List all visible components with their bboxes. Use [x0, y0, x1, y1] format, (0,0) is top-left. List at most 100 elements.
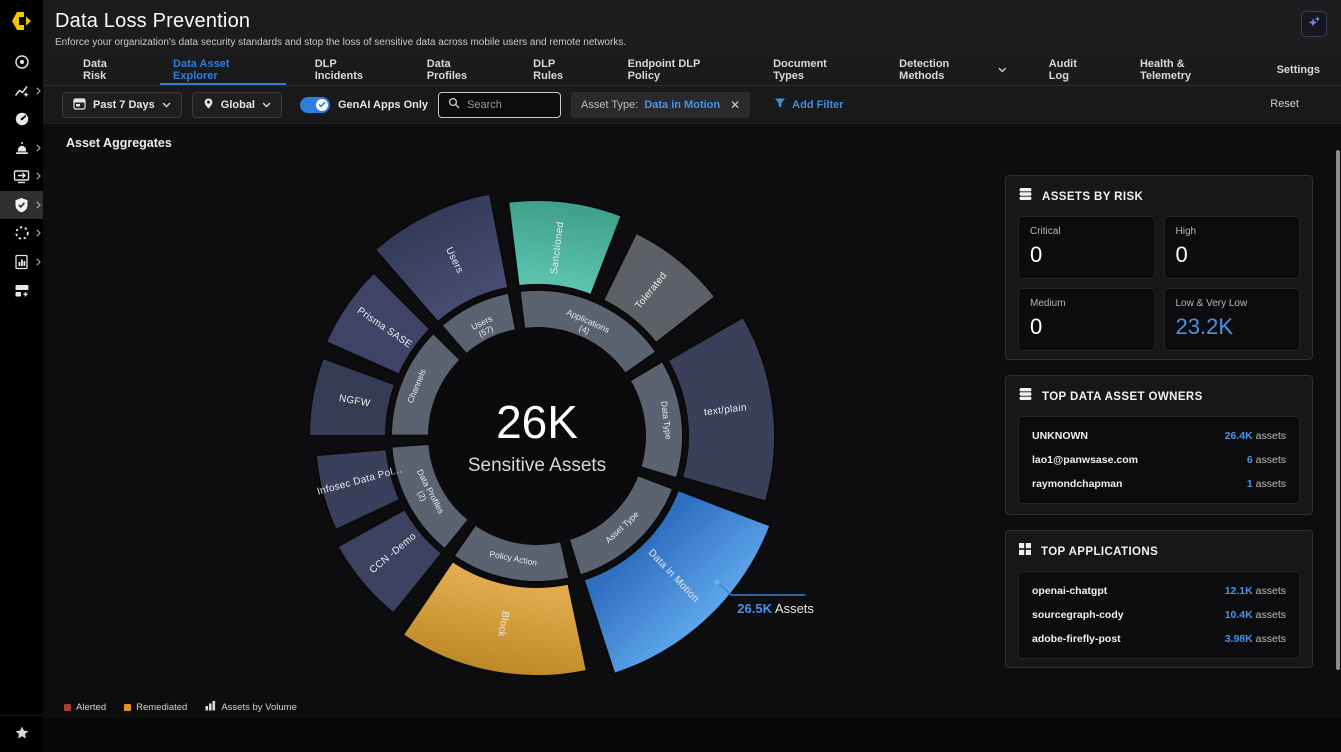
segment-sanctioned[interactable] [508, 200, 621, 295]
chevron-right-icon [36, 87, 41, 95]
asset-type-filter-chip[interactable]: Asset Type: Data in Motion ✕ [571, 92, 750, 118]
top-data-asset-owners-panel: TOP DATA ASSET OWNERS UNKNOWN26.4K asset… [1005, 375, 1313, 515]
list-item-adobe-firefly-post[interactable]: adobe-firefly-post3.98K assets [1032, 627, 1286, 651]
time-range-label: Past 7 Days [93, 99, 155, 111]
database-icon [1018, 387, 1033, 406]
list-item-raymondchapman[interactable]: raymondchapman1 assets [1032, 472, 1286, 496]
page-header: Data Loss Prevention Enforce your organi… [43, 0, 1341, 55]
filter-bar: Past 7 Days Global GenAI Apps Only Asset… [43, 86, 1341, 124]
center-label: Sensitive Assets [468, 455, 606, 476]
sidebar-item-add-apps[interactable] [0, 276, 43, 305]
sidebar-item-workflows[interactable] [0, 162, 43, 191]
tab-dlp-rules[interactable]: DLP Rules [512, 55, 606, 85]
search-box[interactable] [438, 92, 561, 118]
legend-item-assets-by-volume[interactable]: Assets by Volume [205, 700, 297, 714]
chevron-right-icon [36, 172, 41, 180]
services-icon [14, 225, 30, 241]
tab-data-risk[interactable]: Data Risk [62, 55, 152, 85]
list-item-unknown[interactable]: UNKNOWN26.4K assets [1032, 424, 1286, 448]
scope-dropdown[interactable]: Global [192, 92, 282, 118]
workflows-icon [13, 169, 30, 184]
tab-data-asset-explorer[interactable]: Data Asset Explorer [152, 55, 294, 85]
sidebar-item-services[interactable] [0, 219, 43, 248]
sidebar-item-dashboard[interactable] [0, 105, 43, 134]
top-applications-panel: TOP APPLICATIONS openai-chatgpt12.1K ass… [1005, 530, 1313, 668]
list-item-openai-chatgpt[interactable]: openai-chatgpt12.1K assets [1032, 579, 1286, 603]
genai-apps-toggle[interactable] [300, 97, 330, 113]
genai-apps-toggle-label: GenAI Apps Only [338, 99, 428, 111]
assets-by-risk-title: ASSETS BY RISK [1042, 191, 1143, 203]
tab-bar: Data RiskData Asset ExplorerDLP Incident… [43, 55, 1341, 86]
center-value: 26K [496, 396, 578, 448]
chip-label: Asset Type: [581, 99, 638, 111]
chart-legend: Alerted Remediated Assets by Volume [64, 700, 297, 714]
dashboard-icon [14, 111, 30, 127]
chevron-right-icon [36, 258, 41, 266]
assets-by-risk-panel: ASSETS BY RISK Critical0High0Medium0Low … [1005, 175, 1313, 360]
chevron-down-icon [162, 102, 171, 108]
top-owners-title: TOP DATA ASSET OWNERS [1042, 391, 1203, 403]
tab-health-telemetry[interactable]: Health & Telemetry [1119, 55, 1256, 85]
tab-settings[interactable]: Settings [1256, 55, 1341, 85]
legend-item-remediated[interactable]: Remediated [124, 702, 187, 713]
chip-value: Data in Motion [644, 99, 720, 111]
reports-icon [14, 254, 29, 270]
calendar-icon [73, 97, 86, 113]
risk-card-low-very-low[interactable]: Low & Very Low23.2K [1164, 288, 1301, 351]
tab-data-profiles[interactable]: Data Profiles [406, 55, 512, 85]
callout-dot [715, 579, 720, 584]
tab-document-types[interactable]: Document Types [752, 55, 878, 85]
bar-chart-icon [205, 700, 216, 714]
search-input[interactable] [467, 99, 551, 111]
risk-card-critical[interactable]: Critical0 [1018, 216, 1155, 279]
page-title: Data Loss Prevention [55, 10, 250, 33]
left-sidebar [0, 0, 43, 752]
palo-alto-logo-icon[interactable] [8, 8, 34, 34]
callout-label: 26.5K Assets [737, 601, 814, 616]
location-pin-icon [203, 97, 214, 113]
tab-detection-methods[interactable]: Detection Methods [878, 55, 1028, 85]
page-subtitle: Enforce your organization's data securit… [55, 37, 626, 48]
top-applications-title: TOP APPLICATIONS [1041, 546, 1158, 558]
scope-label: Global [221, 99, 255, 111]
search-icon [448, 96, 460, 114]
ai-copilot-button[interactable] [1301, 11, 1327, 37]
insights-icon [14, 83, 30, 99]
scrollbar-thumb[interactable] [1336, 150, 1340, 670]
chevron-right-icon [36, 229, 41, 237]
ai-sparkles-icon [1306, 14, 1322, 35]
check-icon [318, 101, 326, 108]
add-filter-button[interactable]: Add Filter [774, 97, 843, 112]
time-range-dropdown[interactable]: Past 7 Days [62, 92, 182, 118]
tab-audit-log[interactable]: Audit Log [1028, 55, 1119, 85]
sidebar-item-target[interactable] [0, 48, 43, 77]
chevron-down-icon [998, 67, 1007, 73]
chevron-right-icon [36, 201, 41, 209]
target-icon [14, 54, 30, 70]
section-title: Asset Aggregates [66, 136, 172, 150]
sidebar-item-reports[interactable] [0, 248, 43, 277]
database-icon [1018, 187, 1033, 206]
legend-item-alerted[interactable]: Alerted [64, 702, 106, 713]
asset-aggregates-sunburst-chart: Users(57)Applications(4)Data TypeAsset T… [43, 128, 1005, 718]
right-panel-column: ASSETS BY RISK Critical0High0Medium0Low … [1005, 175, 1313, 683]
sidebar-item-security-shield[interactable] [0, 191, 43, 220]
incidents-alerts-icon [14, 140, 30, 156]
dlp-app-window: Data Loss Prevention Enforce your organi… [0, 0, 1341, 752]
risk-card-high[interactable]: High0 [1164, 216, 1301, 279]
add-apps-icon [14, 283, 30, 298]
chevron-down-icon [262, 102, 271, 108]
tab-dlp-incidents[interactable]: DLP Incidents [294, 55, 406, 85]
reset-button[interactable]: Reset [1270, 98, 1299, 110]
list-item-sourcegraph-cody[interactable]: sourcegraph-cody10.4K assets [1032, 603, 1286, 627]
sidebar-item-insights[interactable] [0, 77, 43, 106]
close-icon[interactable]: ✕ [730, 98, 740, 112]
funnel-icon [774, 97, 786, 112]
security-shield-icon [14, 197, 29, 213]
risk-card-medium[interactable]: Medium0 [1018, 288, 1155, 351]
tab-endpoint-dlp-policy[interactable]: Endpoint DLP Policy [607, 55, 752, 85]
sidebar-item-incidents-alerts[interactable] [0, 134, 43, 163]
list-item-lao1-panwsase-com[interactable]: lao1@panwsase.com6 assets [1032, 448, 1286, 472]
grid-icon [1018, 542, 1032, 561]
favorites-star-icon[interactable] [14, 725, 30, 746]
